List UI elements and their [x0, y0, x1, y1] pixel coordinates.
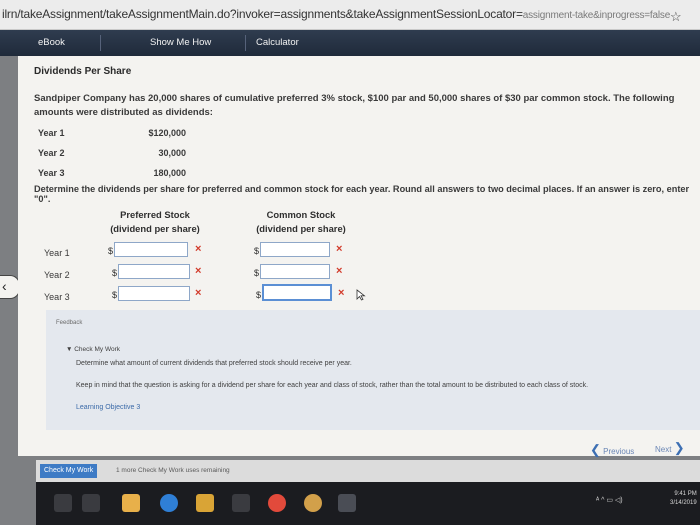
- assignment-toolbar: eBook Show Me How Calculator: [0, 30, 700, 56]
- distribution-amount: $120,000: [148, 128, 186, 138]
- feedback-label: Feedback: [56, 320, 83, 326]
- currency-symbol: $: [112, 290, 118, 300]
- learning-objective-link[interactable]: Learning Objective 3: [76, 404, 140, 411]
- calculator-button[interactable]: Calculator: [256, 37, 299, 48]
- common-year-1-input[interactable]: [260, 242, 330, 257]
- distribution-amount: 30,000: [158, 148, 186, 158]
- currency-symbol: $: [112, 268, 118, 278]
- distribution-year-label: Year 2: [38, 148, 65, 158]
- ebook-button[interactable]: eBook: [38, 37, 65, 48]
- feedback-panel: Feedback ▼ Check My Work Determine what …: [46, 310, 700, 430]
- mouse-cursor-icon: [356, 289, 366, 301]
- feedback-hint-1: Determine what amount of current dividen…: [76, 360, 352, 367]
- preferred-header-line1: Preferred Stock: [120, 209, 190, 220]
- url-main: ilrn/takeAssignment/takeAssignmentMain.d…: [2, 7, 523, 21]
- check-my-work-toggle[interactable]: ▼ Check My Work: [66, 346, 120, 353]
- preferred-year-2-input[interactable]: [118, 264, 190, 279]
- search-icon[interactable]: [54, 494, 72, 512]
- attempts-remaining: 1 more Check My Work uses remaining: [116, 467, 230, 474]
- incorrect-icon: ×: [336, 243, 343, 255]
- currency-symbol: $: [254, 246, 260, 256]
- currency-symbol: $: [254, 268, 260, 278]
- common-stock-header: Common Stock (dividend per share): [246, 208, 356, 236]
- common-year-3-input[interactable]: [262, 284, 332, 301]
- next-button[interactable]: Next ❯: [655, 440, 685, 456]
- incorrect-icon: ×: [195, 287, 202, 299]
- preferred-year-1-input[interactable]: [114, 242, 188, 257]
- clock-date: 3/14/2019: [670, 500, 697, 506]
- url-rest: assignment-take&inprogress=false: [522, 10, 671, 21]
- common-year-2-input[interactable]: [260, 264, 330, 279]
- browser-address-bar[interactable]: ilrn/takeAssignment/takeAssignmentMain.d…: [0, 0, 700, 30]
- preferred-year-3-input[interactable]: [118, 286, 190, 301]
- task-view-icon[interactable]: [82, 494, 100, 512]
- chrome-alt-icon[interactable]: [304, 494, 322, 512]
- preferred-stock-header: Preferred Stock (dividend per share): [100, 208, 210, 236]
- bookmark-star-icon[interactable]: ☆: [670, 9, 682, 25]
- common-header-line1: Common Stock: [266, 209, 336, 220]
- row-label-year-2: Year 2: [44, 270, 70, 280]
- incorrect-icon: ×: [336, 265, 343, 277]
- store-icon[interactable]: [122, 494, 140, 512]
- distribution-year-label: Year 1: [38, 128, 65, 138]
- check-my-work-button[interactable]: Check My Work: [40, 464, 98, 478]
- chrome-icon[interactable]: [268, 494, 286, 512]
- collapse-panel-button[interactable]: ‹: [0, 275, 20, 299]
- clock-time: 9:41 PM: [674, 491, 697, 497]
- file-explorer-icon[interactable]: [196, 494, 214, 512]
- chevron-right-icon: ❯: [673, 440, 685, 455]
- preferred-header-line2: (dividend per share): [110, 223, 200, 234]
- taskbar: ᴬ ^ ▭ ◁) 9:41 PM 3/14/2019: [36, 482, 700, 525]
- instructions: Determine the dividends per share for pr…: [34, 184, 690, 204]
- common-header-line2: (dividend per share): [256, 223, 346, 234]
- distribution-year-label: Year 3: [38, 168, 65, 178]
- toolbar-divider: [245, 35, 246, 51]
- next-label: Next: [655, 445, 672, 454]
- feedback-hint-2: Keep in mind that the question is asking…: [76, 382, 589, 389]
- people-icon[interactable]: [232, 494, 250, 512]
- system-tray-icons[interactable]: ᴬ ^ ▭ ◁): [596, 496, 623, 504]
- previous-label: Previous: [603, 447, 635, 456]
- distribution-amount: 180,000: [153, 168, 186, 178]
- mail-icon[interactable]: [338, 494, 356, 512]
- incorrect-icon: ×: [195, 265, 202, 277]
- question-title: Dividends Per Share: [34, 66, 132, 77]
- submission-bar: Check My Work 1 more Check My Work uses …: [36, 460, 700, 482]
- incorrect-icon: ×: [195, 243, 202, 255]
- chevron-left-icon: ❮: [590, 442, 601, 457]
- currency-symbol: $: [256, 290, 262, 300]
- url-text[interactable]: ilrn/takeAssignment/takeAssignmentMain.d…: [2, 7, 670, 21]
- toolbar-divider: [100, 35, 101, 51]
- incorrect-icon: ×: [338, 287, 345, 299]
- problem-statement: Sandpiper Company has 20,000 shares of c…: [34, 93, 675, 118]
- clock[interactable]: 9:41 PM 3/14/2019: [670, 490, 697, 508]
- row-label-year-3: Year 3: [44, 292, 70, 302]
- chevron-left-icon: ‹: [2, 278, 7, 294]
- previous-button[interactable]: ❮ Previous: [590, 442, 634, 458]
- row-label-year-1: Year 1: [44, 248, 70, 258]
- show-me-how-button[interactable]: Show Me How: [150, 37, 211, 48]
- currency-symbol: $: [108, 246, 114, 256]
- edge-browser-icon[interactable]: [160, 494, 178, 512]
